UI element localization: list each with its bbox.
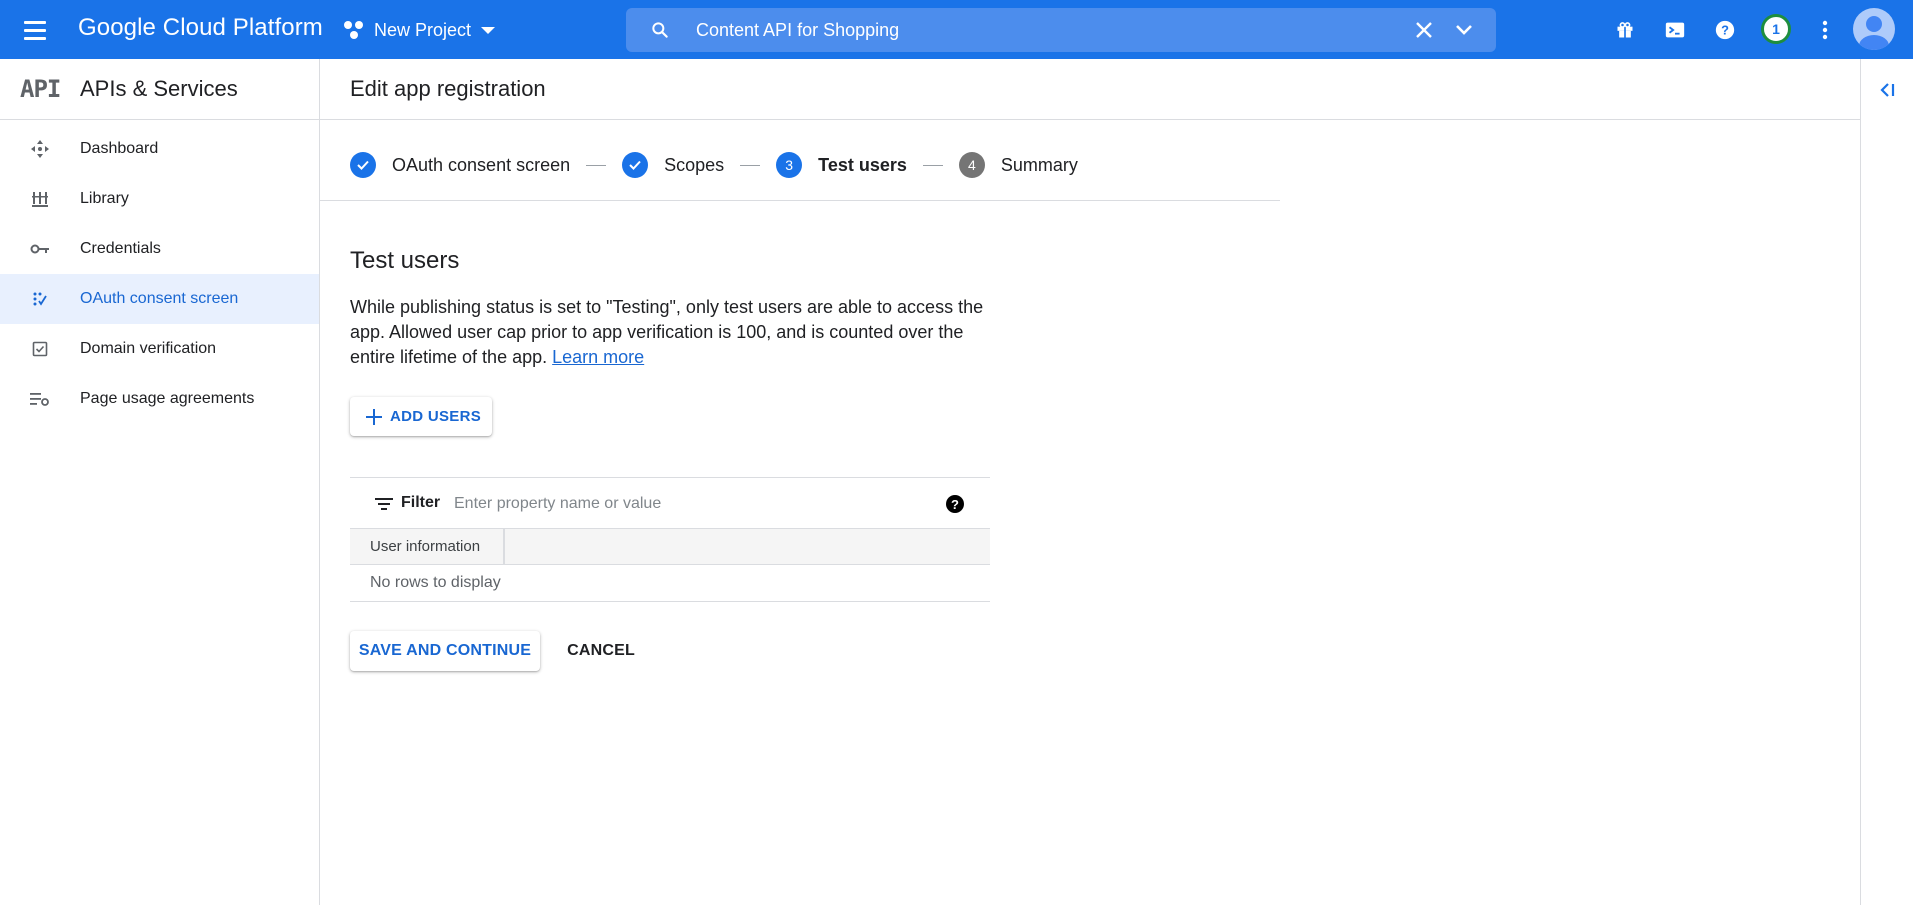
- sidebar-item-library[interactable]: Library: [0, 174, 319, 224]
- step-test-users[interactable]: 3 Test users: [776, 152, 907, 178]
- cloud-shell-icon[interactable]: [1661, 16, 1689, 44]
- sidebar-item-dashboard[interactable]: Dashboard: [0, 124, 319, 174]
- svg-text:?: ?: [1721, 23, 1729, 38]
- notifications-badge[interactable]: 1: [1761, 14, 1791, 44]
- right-panel-rail: [1860, 59, 1913, 905]
- add-users-label: ADD USERS: [390, 408, 482, 425]
- main-menu-icon[interactable]: [24, 16, 52, 44]
- close-icon[interactable]: [1412, 18, 1436, 42]
- chevron-down-icon[interactable]: [1452, 18, 1476, 42]
- step-number: 4: [958, 152, 985, 178]
- description: While publishing status is set to "Testi…: [350, 295, 990, 370]
- sidebar-item-credentials[interactable]: Credentials: [0, 224, 319, 274]
- search-input[interactable]: [696, 14, 1296, 46]
- cancel-button[interactable]: CANCEL: [556, 631, 646, 671]
- step-scopes[interactable]: Scopes: [622, 152, 724, 178]
- test-users-table: Filter ? User information No rows to dis…: [350, 477, 990, 602]
- sidebar-item-oauth-consent-screen[interactable]: OAuth consent screen: [0, 274, 319, 324]
- sidebar-item-label: Domain verification: [80, 340, 217, 357]
- learn-more-link[interactable]: Learn more: [552, 347, 644, 367]
- consent-icon: [30, 289, 50, 309]
- column-resize-handle[interactable]: [503, 529, 505, 565]
- step-connector: [740, 164, 761, 166]
- description-text: While publishing status is set to "Testi…: [350, 297, 984, 367]
- step-number: 3: [776, 152, 803, 178]
- table-header: User information: [350, 529, 990, 565]
- top-app-bar: Google Cloud Platform New Project ? 1: [0, 0, 1913, 59]
- project-icon: [344, 19, 366, 41]
- empty-message: No rows to display: [370, 574, 501, 591]
- filter-label: Filter: [401, 494, 441, 511]
- checkbox-icon: [30, 339, 50, 359]
- api-logo: API: [20, 75, 61, 103]
- sidebar-title: APIs & Services: [80, 76, 238, 101]
- divider: [320, 200, 1280, 201]
- sidebar-item-label: Dashboard: [80, 140, 159, 157]
- step-oauth-consent-screen[interactable]: OAuth consent screen: [350, 152, 570, 178]
- step-connector: [586, 164, 607, 166]
- more-vert-icon[interactable]: [1811, 16, 1839, 44]
- settings-list-icon: [30, 389, 50, 409]
- collapse-panel-icon[interactable]: [1877, 79, 1899, 101]
- filter-input[interactable]: [454, 491, 914, 517]
- sidebar: API APIs & Services Dashboard Library Cr…: [0, 59, 320, 905]
- brand-name[interactable]: Google Cloud Platform: [78, 14, 323, 42]
- avatar[interactable]: [1853, 8, 1895, 50]
- step-label: OAuth consent screen: [392, 154, 571, 175]
- save-and-continue-button[interactable]: SAVE AND CONTINUE: [350, 631, 540, 671]
- add-users-button[interactable]: ADD USERS: [350, 397, 492, 436]
- chevron-down-icon: [481, 26, 496, 34]
- check-circle-icon: [350, 152, 376, 178]
- sidebar-item-label: Library: [80, 190, 129, 207]
- project-selector[interactable]: New Project: [344, 14, 496, 46]
- search-icon: [652, 22, 668, 38]
- sidebar-item-page-usage-agreements[interactable]: Page usage agreements: [0, 374, 319, 424]
- divider: [320, 119, 1860, 120]
- sidebar-item-label: Page usage agreements: [80, 390, 255, 407]
- filter-icon: [375, 498, 393, 510]
- plus-icon: [366, 408, 382, 425]
- step-label: Summary: [1000, 154, 1078, 175]
- step-label: Scopes: [664, 154, 725, 175]
- section-title: Test users: [350, 247, 460, 274]
- project-name: New Project: [374, 19, 472, 40]
- key-icon: [30, 239, 50, 259]
- step-connector: [922, 164, 943, 166]
- column-header-user-information[interactable]: User information: [370, 538, 480, 555]
- step-label: Test users: [818, 154, 907, 175]
- step-summary[interactable]: 4 Summary: [958, 152, 1078, 178]
- sidebar-header: API APIs & Services: [0, 59, 319, 120]
- help-icon[interactable]: ?: [1711, 16, 1739, 44]
- stepper: OAuth consent screen Scopes 3 Test users…: [350, 147, 1078, 183]
- sidebar-item-label: OAuth consent screen: [80, 290, 239, 307]
- library-icon: [30, 189, 50, 209]
- dashboard-icon: [30, 139, 50, 159]
- page-title: Edit app registration: [350, 76, 546, 101]
- gift-icon[interactable]: [1611, 16, 1639, 44]
- filter-bar: Filter ?: [350, 477, 990, 529]
- main-content: Edit app registration OAuth consent scre…: [320, 59, 1860, 905]
- check-circle-icon: [622, 152, 649, 178]
- sidebar-item-label: Credentials: [80, 240, 161, 257]
- help-icon[interactable]: ?: [946, 495, 964, 513]
- search-bar: [626, 8, 1496, 52]
- table-body: No rows to display: [350, 565, 990, 602]
- sidebar-item-domain-verification[interactable]: Domain verification: [0, 324, 319, 374]
